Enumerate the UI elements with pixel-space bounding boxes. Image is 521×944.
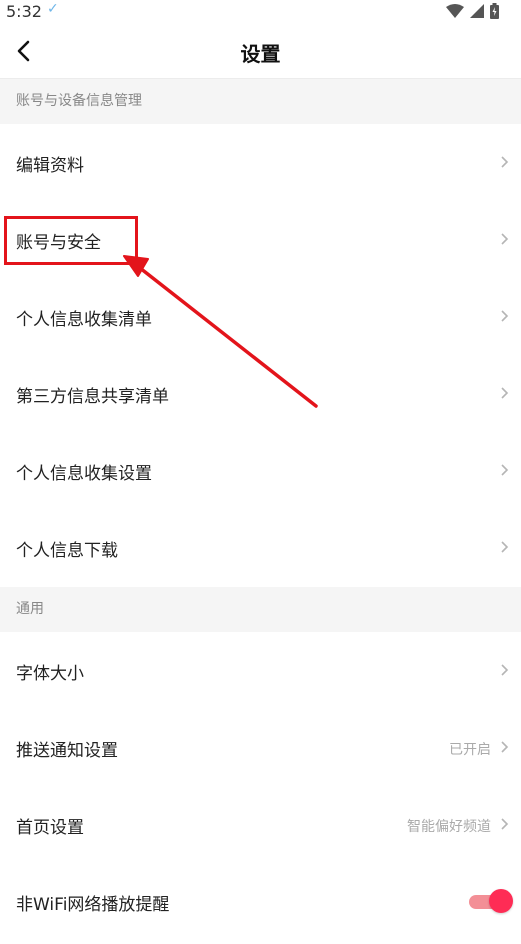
row-font-size[interactable]: 字体大小 <box>0 632 521 709</box>
chevron-right-icon <box>501 541 509 553</box>
wifi-icon <box>446 4 464 18</box>
page-title: 设置 <box>240 42 281 66</box>
row-value: 智能偏好频道 <box>407 819 491 835</box>
chevron-right-icon <box>501 156 509 168</box>
battery-icon <box>490 3 499 19</box>
row-third-party-share-list[interactable]: 第三方信息共享清单 <box>0 355 521 432</box>
non-wifi-toggle[interactable] <box>469 887 513 915</box>
row-label: 个人信息收集清单 <box>16 310 152 330</box>
chevron-right-icon <box>501 664 509 676</box>
row-personal-info-list[interactable]: 个人信息收集清单 <box>0 278 521 355</box>
status-time: 5:32 <box>6 2 42 21</box>
status-icons <box>446 3 499 19</box>
row-label: 字体大小 <box>16 664 84 684</box>
chevron-right-icon <box>501 741 509 753</box>
row-personal-info-download[interactable]: 个人信息下载 <box>0 509 521 586</box>
row-label: 首页设置 <box>16 818 84 838</box>
chevron-right-icon <box>501 233 509 245</box>
row-label: 编辑资料 <box>16 156 84 176</box>
section-header-account: 账号与设备信息管理 <box>0 79 521 124</box>
row-edit-profile[interactable]: 编辑资料 <box>0 124 521 201</box>
row-non-wifi-reminder: 非WiFi网络播放提醒 <box>0 863 521 940</box>
header: 设置 <box>0 24 521 79</box>
row-label: 个人信息收集设置 <box>16 464 152 484</box>
chevron-right-icon <box>501 464 509 476</box>
row-label: 推送通知设置 <box>16 741 118 761</box>
toggle-knob <box>489 889 513 913</box>
highlight-box <box>4 216 138 265</box>
row-value: 已开启 <box>449 742 491 758</box>
row-label: 第三方信息共享清单 <box>16 387 169 407</box>
row-label: 个人信息下载 <box>16 541 118 561</box>
chevron-right-icon <box>501 387 509 399</box>
signal-icon <box>470 4 484 18</box>
row-label: 非WiFi网络播放提醒 <box>16 895 170 915</box>
row-push-notification[interactable]: 推送通知设置 已开启 <box>0 709 521 786</box>
section-header-general: 通用 <box>0 587 521 632</box>
check-icon: ✓ <box>47 1 59 17</box>
chevron-right-icon <box>501 818 509 830</box>
chevron-right-icon <box>501 310 509 322</box>
row-home-settings[interactable]: 首页设置 智能偏好频道 <box>0 786 521 863</box>
status-bar: 5:32 ✓ <box>0 0 521 24</box>
row-personal-info-settings[interactable]: 个人信息收集设置 <box>0 432 521 509</box>
